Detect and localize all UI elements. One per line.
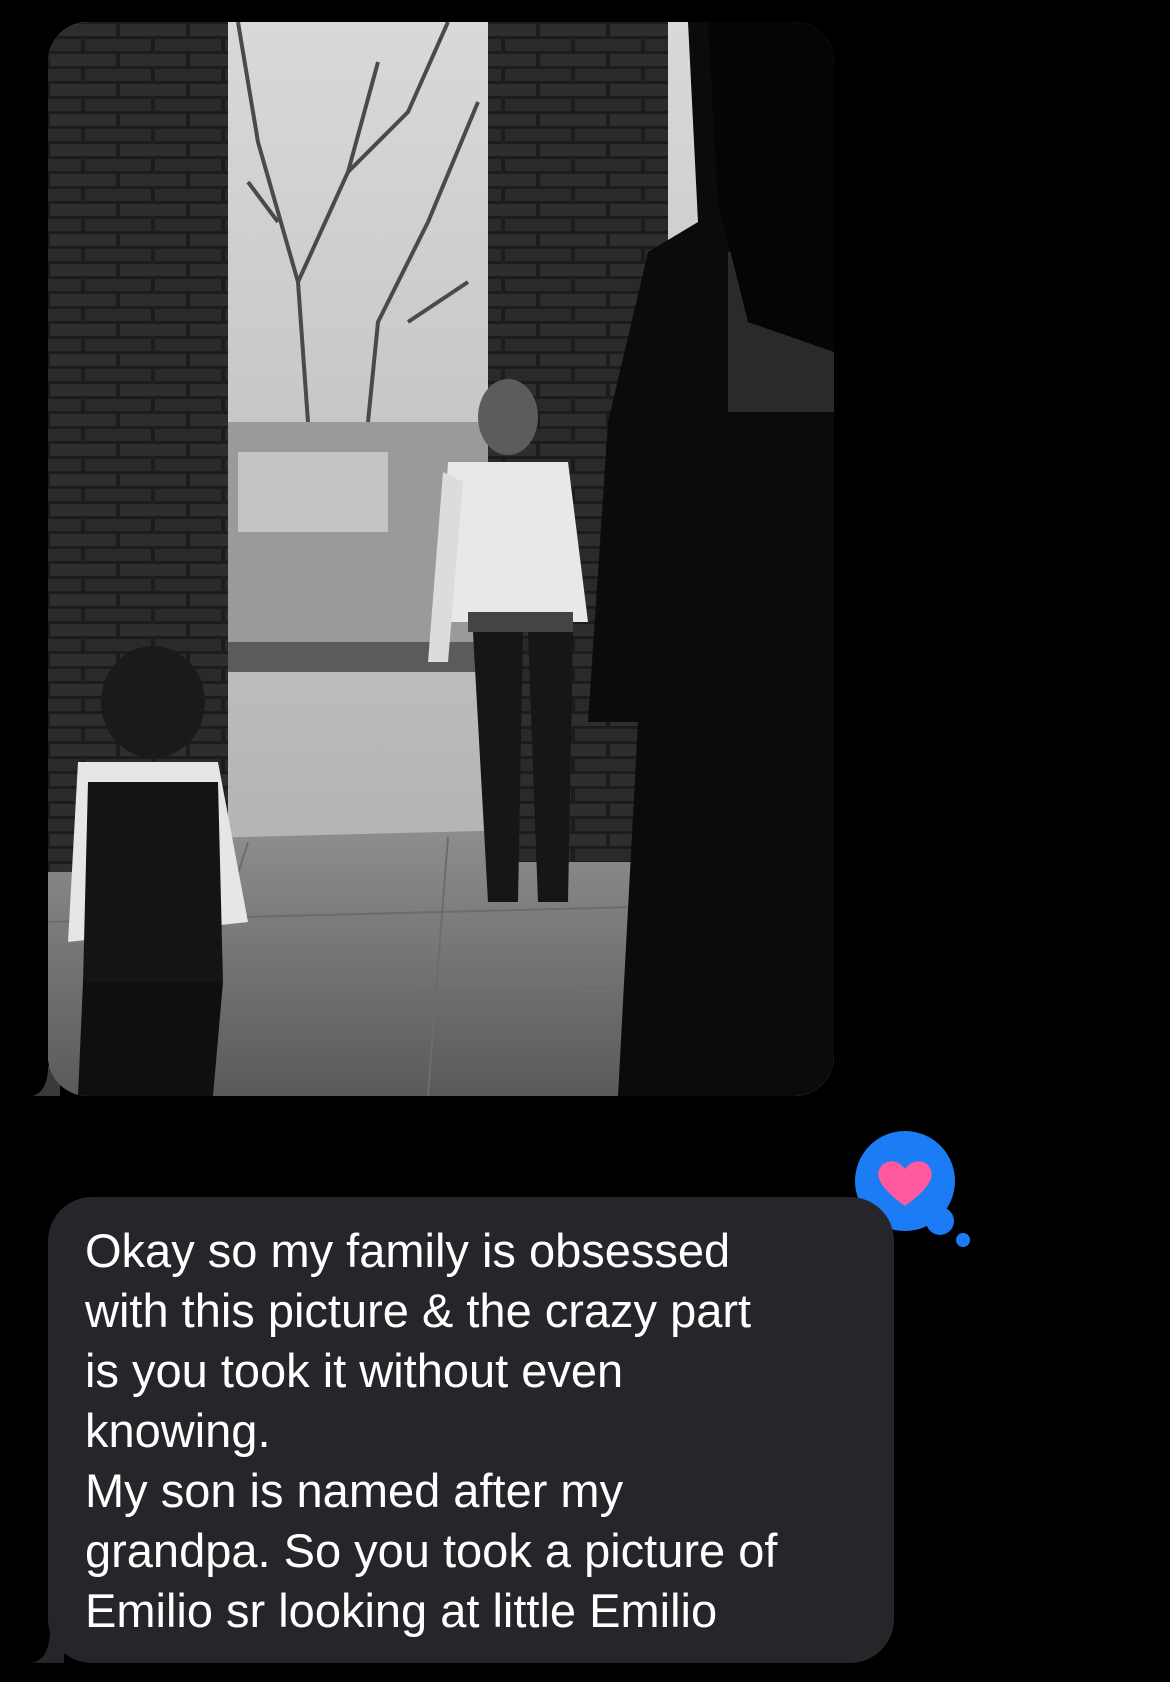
text-message[interactable]: Okay so my family is obsessed with this … xyxy=(32,1197,894,1663)
photo-image xyxy=(48,22,834,1096)
photo-attachment[interactable] xyxy=(48,22,834,1096)
photo-message[interactable] xyxy=(32,22,834,1096)
message-bubble[interactable]: Okay so my family is obsessed with this … xyxy=(48,1197,894,1663)
message-text: Okay so my family is obsessed with this … xyxy=(85,1224,778,1637)
